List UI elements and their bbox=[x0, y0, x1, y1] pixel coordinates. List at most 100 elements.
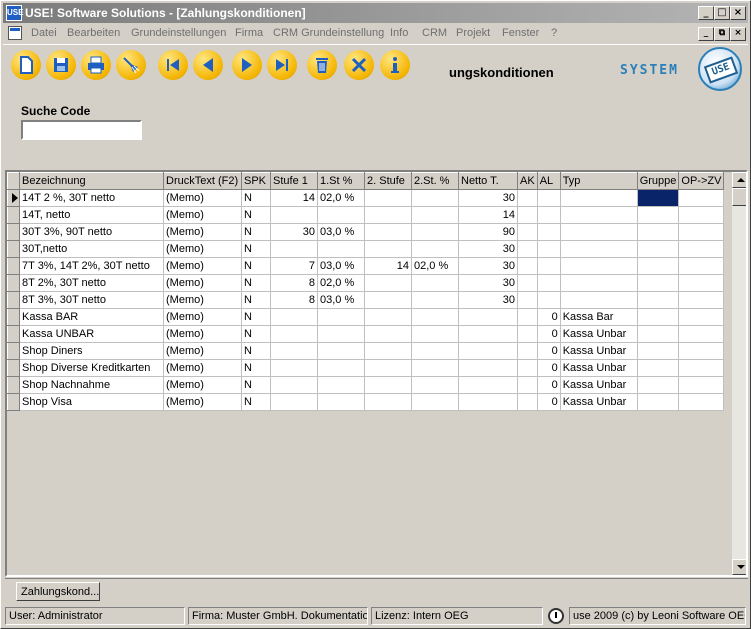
table-cell[interactable] bbox=[560, 189, 638, 207]
table-row[interactable]: 14T 2 %, 30T netto (Memo) N 14 02,0 % 30 bbox=[7, 189, 725, 207]
table-cell[interactable] bbox=[678, 223, 725, 241]
table-cell[interactable] bbox=[364, 342, 412, 360]
mdi-close-button[interactable]: × bbox=[730, 27, 746, 41]
table-cell[interactable] bbox=[364, 223, 412, 241]
table-cell[interactable] bbox=[270, 359, 318, 377]
column-header[interactable]: 1.St % bbox=[317, 172, 365, 190]
table-cell[interactable]: Shop Nachnahme bbox=[19, 376, 164, 394]
table-row[interactable]: 14T, netto (Memo) N 14 bbox=[7, 206, 725, 224]
table-cell[interactable] bbox=[517, 189, 538, 207]
table-cell[interactable] bbox=[678, 393, 725, 411]
table-cell[interactable] bbox=[411, 274, 459, 292]
table-cell[interactable] bbox=[517, 274, 538, 292]
table-cell[interactable] bbox=[560, 274, 638, 292]
cancel-button[interactable] bbox=[344, 50, 374, 80]
table-cell[interactable] bbox=[411, 325, 459, 343]
table-cell[interactable] bbox=[517, 291, 538, 309]
table-cell[interactable]: Shop Diners bbox=[19, 342, 164, 360]
table-cell[interactable]: (Memo) bbox=[163, 393, 242, 411]
table-cell[interactable] bbox=[517, 223, 538, 241]
row-indicator[interactable] bbox=[7, 189, 20, 207]
table-cell[interactable] bbox=[537, 257, 561, 275]
table-cell[interactable] bbox=[364, 308, 412, 326]
search-code-input[interactable] bbox=[21, 120, 142, 140]
table-cell[interactable] bbox=[411, 308, 459, 326]
table-cell[interactable]: (Memo) bbox=[163, 308, 242, 326]
table-cell[interactable] bbox=[637, 257, 680, 275]
table-cell[interactable] bbox=[537, 206, 561, 224]
table-cell[interactable] bbox=[270, 206, 318, 224]
table-cell[interactable]: 30T,netto bbox=[19, 240, 164, 258]
table-cell[interactable] bbox=[537, 274, 561, 292]
column-header[interactable]: 2.St. % bbox=[411, 172, 459, 190]
scroll-down-button[interactable] bbox=[732, 559, 746, 575]
table-cell[interactable] bbox=[678, 376, 725, 394]
menu-grundeinstellungen[interactable]: Grundeinstellungen bbox=[131, 27, 226, 39]
maximize-button[interactable]: □ bbox=[714, 6, 730, 20]
table-cell[interactable]: 30 bbox=[458, 274, 518, 292]
table-cell[interactable]: 0 bbox=[537, 359, 561, 377]
app-icon[interactable]: USE bbox=[6, 5, 23, 21]
table-cell[interactable] bbox=[517, 393, 538, 411]
table-cell[interactable]: Kassa BAR bbox=[19, 308, 164, 326]
close-button[interactable]: × bbox=[730, 6, 746, 20]
column-header[interactable]: DruckText (F2) bbox=[163, 172, 242, 190]
column-header[interactable]: SPK bbox=[241, 172, 271, 190]
table-cell[interactable] bbox=[517, 342, 538, 360]
table-cell[interactable]: (Memo) bbox=[163, 291, 242, 309]
table-cell[interactable]: 02,0 % bbox=[317, 274, 365, 292]
table-cell[interactable] bbox=[537, 291, 561, 309]
table-cell[interactable]: Kassa Unbar bbox=[560, 376, 638, 394]
table-cell[interactable] bbox=[364, 206, 412, 224]
table-row[interactable]: Shop Nachnahme (Memo) N 0 Kassa Unbar bbox=[7, 376, 725, 394]
column-header[interactable]: Netto T. bbox=[458, 172, 518, 190]
table-cell[interactable]: Shop Diverse Kreditkarten bbox=[19, 359, 164, 377]
row-indicator[interactable] bbox=[7, 359, 20, 377]
table-cell[interactable]: 30T 3%, 90T netto bbox=[19, 223, 164, 241]
column-header[interactable]: 2. Stufe bbox=[364, 172, 412, 190]
table-cell[interactable]: Kassa Unbar bbox=[560, 359, 638, 377]
column-header[interactable]: Stufe 1 bbox=[270, 172, 318, 190]
scroll-up-button[interactable] bbox=[732, 172, 746, 188]
table-cell[interactable]: (Memo) bbox=[163, 359, 242, 377]
table-cell[interactable] bbox=[517, 359, 538, 377]
table-cell[interactable]: N bbox=[241, 291, 271, 309]
table-cell[interactable]: 14 bbox=[364, 257, 412, 275]
table-cell[interactable]: 30 bbox=[270, 223, 318, 241]
column-header[interactable]: AK bbox=[517, 172, 538, 190]
table-cell[interactable]: (Memo) bbox=[163, 223, 242, 241]
table-cell[interactable]: N bbox=[241, 342, 271, 360]
first-record-button[interactable] bbox=[158, 50, 188, 80]
table-cell[interactable] bbox=[517, 206, 538, 224]
table-cell[interactable]: 0 bbox=[537, 342, 561, 360]
table-cell[interactable]: N bbox=[241, 376, 271, 394]
table-cell[interactable]: (Memo) bbox=[163, 376, 242, 394]
table-cell[interactable] bbox=[678, 189, 725, 207]
table-cell[interactable]: Kassa Unbar bbox=[560, 393, 638, 411]
menu-datei[interactable]: Datei bbox=[31, 27, 57, 39]
table-cell[interactable]: Kassa Bar bbox=[560, 308, 638, 326]
table-cell[interactable] bbox=[637, 308, 680, 326]
table-cell[interactable] bbox=[517, 257, 538, 275]
table-cell[interactable] bbox=[270, 393, 318, 411]
table-cell[interactable]: Kassa Unbar bbox=[560, 342, 638, 360]
vertical-scrollbar[interactable] bbox=[732, 172, 746, 575]
table-row[interactable]: Shop Diverse Kreditkarten (Memo) N 0 Kassa U… bbox=[7, 359, 725, 377]
table-cell[interactable] bbox=[560, 206, 638, 224]
table-row[interactable]: 8T 2%, 30T netto (Memo) N 8 02,0 % 30 bbox=[7, 274, 725, 292]
last-record-button[interactable] bbox=[267, 50, 297, 80]
table-cell[interactable] bbox=[637, 206, 680, 224]
table-cell[interactable]: 8 bbox=[270, 291, 318, 309]
table-cell[interactable] bbox=[517, 325, 538, 343]
document-icon[interactable] bbox=[8, 26, 22, 40]
table-cell[interactable]: 30 bbox=[458, 189, 518, 207]
table-cell[interactable]: 7 bbox=[270, 257, 318, 275]
table-cell[interactable]: N bbox=[241, 393, 271, 411]
table-cell[interactable] bbox=[317, 393, 365, 411]
table-cell[interactable]: 02,0 % bbox=[411, 257, 459, 275]
table-cell[interactable] bbox=[317, 359, 365, 377]
row-indicator[interactable] bbox=[7, 376, 20, 394]
info-button[interactable] bbox=[380, 50, 410, 80]
table-row[interactable]: 7T 3%, 14T 2%, 30T netto (Memo) N 7 03,0 % 14… bbox=[7, 257, 725, 275]
row-indicator[interactable] bbox=[7, 342, 20, 360]
